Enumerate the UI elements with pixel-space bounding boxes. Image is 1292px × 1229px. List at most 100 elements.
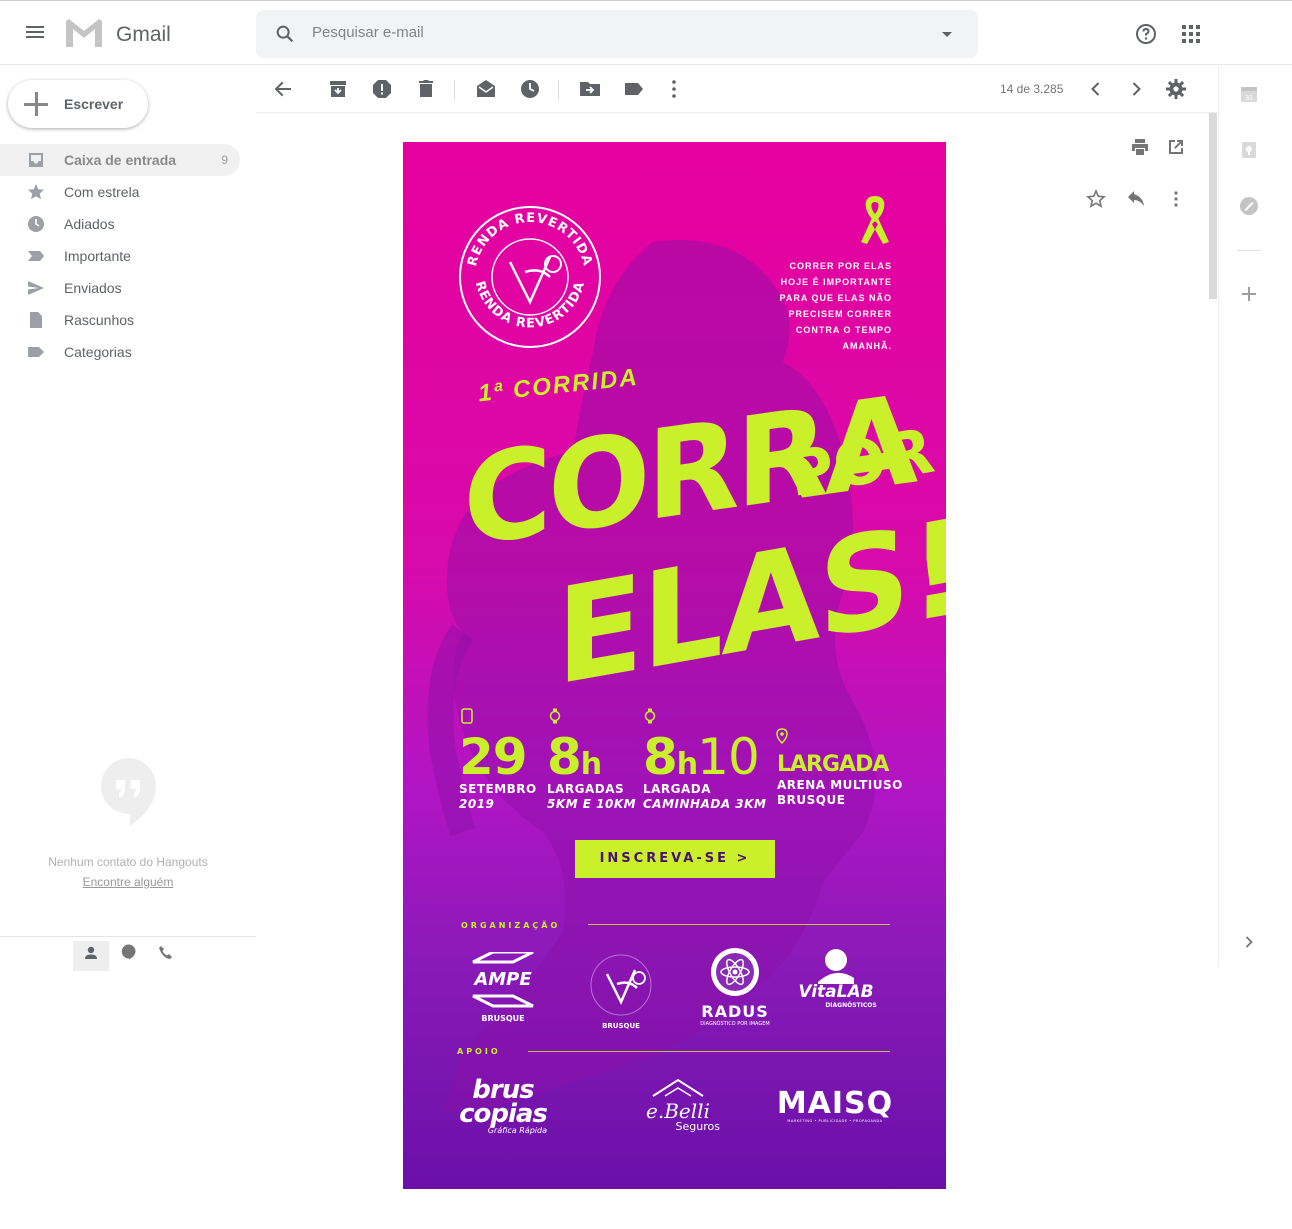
nav-label: Rascunhos [64,312,135,328]
open-new-window-icon[interactable] [1166,137,1186,157]
logo-sub: MARKETING • PUBLICIDADE • PROPAGANDA [787,1119,883,1123]
move-to-icon[interactable] [578,77,602,101]
nav-label: Adiados [64,216,115,232]
search-bar[interactable] [256,10,978,58]
email-poster[interactable]: RENDA REVERTIDA RENDA REVERTIDA CORRER P… [403,142,946,1189]
search-icon[interactable] [274,23,296,45]
svg-text:AMPE: AMPE [472,969,532,990]
stat-line2: 5KM E 10KM [547,797,637,811]
gmail-m-icon [66,19,102,47]
back-arrow-icon[interactable] [271,77,295,101]
sidebar: Escrever Caixa de entrada 9 Com estrela … [0,66,256,1229]
top-bar: Gmail [0,0,1292,65]
panel-divider [1237,250,1261,251]
stat-unit: h [580,747,602,782]
report-spam-icon[interactable] [370,77,394,101]
inbox-icon [29,153,43,167]
person-icon [85,946,97,959]
main-menu-icon[interactable] [22,23,48,45]
gmail-logo[interactable]: Gmail [64,17,184,51]
vitalab-mark [818,949,854,984]
scrollbar[interactable] [1206,113,1218,303]
tagline-line: CONTRA O TEMPO [795,325,892,335]
renda-revertida-seal: RENDA REVERTIDA RENDA REVERTIDA [459,206,601,348]
unread-count: 9 [221,153,228,167]
logo-sub: BRUSQUE [602,1022,640,1030]
ampe-mark: AMPE [472,950,534,1008]
compose-button[interactable]: Escrever [8,80,148,128]
logo-name: VitaLAB [798,982,874,1002]
clock-icon [28,216,44,232]
calendar-icon[interactable]: 31 [1239,84,1259,104]
logo-sub: DIAGNÓSTICOS [825,1002,877,1009]
signup-button[interactable]: INSCREVA-SE > [575,840,775,878]
tasks-icon[interactable] [1239,196,1259,216]
stat-line1: LARGADAS [547,782,625,796]
nav-item-snoozed[interactable]: Adiados [0,208,240,240]
hangouts-empty-text: Nenhum contato do Hangouts [48,855,208,869]
hangouts-tab[interactable] [110,941,146,971]
awareness-ribbon-icon [861,196,889,244]
tagline-line: CORRER POR ELAS [789,261,892,271]
message-more-icon[interactable] [1166,189,1186,209]
nav-label: Caixa de entrada [64,152,177,168]
star-icon [28,184,44,200]
logo-ampe: AMPE BRUSQUE [458,950,548,1023]
plus-icon [24,92,48,116]
apps-grid-icon[interactable] [1182,25,1200,43]
tagline-line: PRECISEM CORRER [788,309,892,319]
star-outline-icon[interactable] [1086,189,1106,209]
tagline-line: HOJE É IMPORTANTE [780,277,892,287]
toolbar-divider [558,80,559,100]
stat-line2: 2019 [459,797,495,811]
nav-label: Com estrela [64,184,140,200]
delete-icon[interactable] [414,77,438,101]
stat-walk-time: 8h10 LARGADA CAMINHADA 3KM [643,732,766,812]
important-icon [28,251,44,261]
stat-value: 8 [547,728,582,786]
help-icon[interactable] [1134,22,1158,46]
newer-chevron-icon[interactable] [1084,77,1108,101]
older-chevron-icon[interactable] [1124,77,1148,101]
hangouts-tabs [0,936,256,971]
calendar-icon [461,708,473,724]
send-icon [28,281,44,295]
location-pin-icon [776,728,788,744]
nav-item-starred[interactable]: Com estrela [0,176,240,208]
find-someone-link[interactable]: Encontre alguém [0,875,256,889]
nav-label: Categorias [64,344,132,360]
svg-text:RENDA REVERTIDA: RENDA REVERTIDA [472,279,588,331]
phone-tab[interactable] [147,941,183,971]
logo-name: brus copias [459,1075,548,1129]
scroll-thumb[interactable] [1209,113,1217,299]
stat-line2: CAMINHADA 3KM [643,797,767,811]
stat-line2: BRUSQUE [777,793,846,807]
more-vert-icon[interactable] [662,77,686,101]
stat-value-minutes: 10 [697,728,760,786]
nav-item-inbox[interactable]: Caixa de entrada 9 [0,144,240,176]
nav-item-sent[interactable]: Enviados [0,272,240,304]
reply-icon[interactable] [1126,189,1146,209]
expand-panel-chevron-icon[interactable] [1239,932,1259,952]
mark-unread-icon[interactable] [474,77,498,101]
contacts-tab[interactable] [73,941,109,971]
search-input[interactable] [312,24,912,41]
nav-item-drafts[interactable]: Rascunhos [0,304,240,336]
toolbar-divider [454,80,455,100]
labels-icon[interactable] [622,77,646,101]
snooze-icon[interactable] [518,77,542,101]
archive-icon[interactable] [326,77,350,101]
stat-location: LARGADA ARENA MULTIUSO BRUSQUE [777,754,903,808]
add-addon-icon[interactable] [1239,284,1259,304]
svg-text:31: 31 [1245,95,1253,102]
logo-rede-feminina: BRUSQUE [571,940,671,1030]
logo-name: RADUS [701,1002,769,1021]
nav-item-important[interactable]: Importante [0,240,240,272]
logo-radus: RADUS DIAGNÓSTICO POR IMAGEM [695,946,775,1027]
print-icon[interactable] [1130,137,1150,157]
settings-gear-icon[interactable] [1164,77,1188,101]
keep-icon[interactable] [1239,140,1259,160]
nav-item-categories[interactable]: Categorias [0,336,240,368]
search-options-icon[interactable] [940,28,954,40]
compose-label: Escrever [64,96,124,112]
